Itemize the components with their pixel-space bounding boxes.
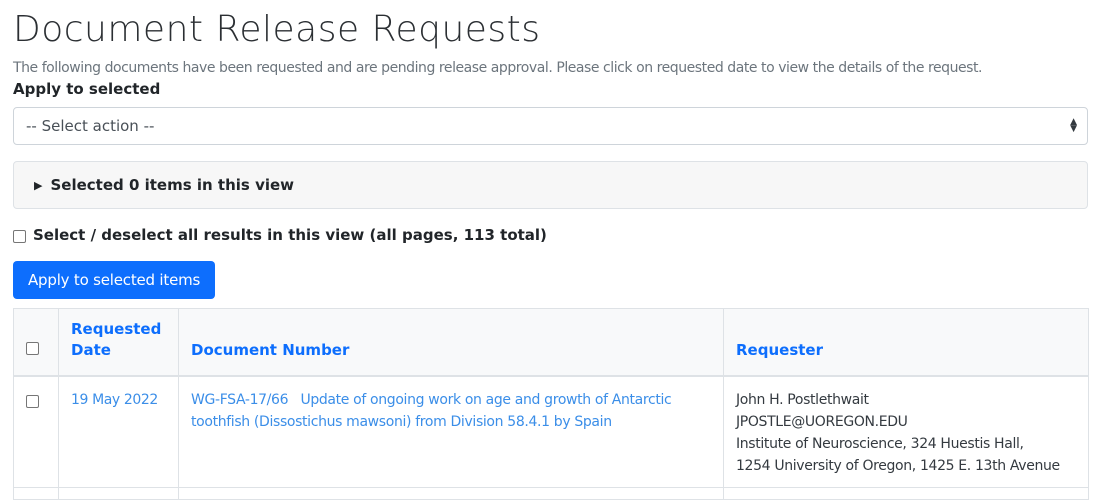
requester-address-line1: Institute of Neuroscience, 324 Huestis H… (736, 435, 1024, 452)
row-select-checkbox[interactable] (26, 394, 39, 408)
header-checkbox-cell (13, 308, 59, 377)
table-row: 19 May 2022 WG-FSA-17/66 Update of ongoi… (13, 375, 1089, 488)
selected-items-details[interactable]: ▶ Selected 0 items in this view (13, 161, 1088, 209)
requester-address-line2: 1254 University of Oregon, 1425 E. 13th … (736, 457, 1060, 474)
page-title: Document Release Requests (13, 9, 541, 50)
requests-table: Requested Date Document Number Requester… (13, 308, 1089, 500)
header-requested-date-label: Requested Date (71, 319, 162, 359)
header-select-checkbox[interactable] (26, 341, 39, 355)
row-checkbox-cell (13, 375, 59, 488)
selected-items-summary: Selected 0 items in this view (50, 176, 295, 194)
select-arrows-icon: ▲ ▼ (1070, 117, 1077, 134)
select-all-checkbox[interactable] (13, 229, 26, 243)
apply-selected-button[interactable]: Apply to selected items (13, 261, 216, 299)
table-row (13, 486, 1089, 500)
select-all-row: Select / deselect all results in this vi… (13, 226, 1088, 244)
row-requested-date[interactable]: 19 May 2022 (58, 375, 179, 488)
header-document-number-label: Document Number (191, 340, 350, 359)
header-document-number[interactable]: Document Number (178, 308, 724, 377)
requester-email: JPOSTLE@UOREGON.EDU (736, 413, 908, 430)
header-requester-label: Requester (736, 340, 823, 359)
expand-triangle-icon: ▶ (34, 178, 43, 192)
select-all-label: Select / deselect all results in this vi… (33, 226, 547, 244)
page-container: Document Release Requests The following … (0, 0, 1101, 500)
apply-to-selected-label: Apply to selected (13, 80, 161, 98)
header-requester[interactable]: Requester (723, 308, 1089, 377)
header-requested-date[interactable]: Requested Date (58, 308, 179, 377)
row-requester: John H. Postlethwait JPOSTLE@UOREGON.EDU… (723, 375, 1089, 488)
requester-name: John H. Postlethwait (736, 391, 869, 408)
row-requester (723, 486, 1089, 500)
page-intro: The following documents have been reques… (13, 60, 983, 76)
action-select[interactable]: -- Select action -- ▲ ▼ (13, 107, 1088, 145)
table-header-row: Requested Date Document Number Requester (13, 308, 1089, 377)
row-checkbox-cell (13, 486, 59, 500)
row-requested-date (58, 486, 179, 500)
row-document-number[interactable]: WG-FSA-17/66 Update of ongoing work on a… (178, 375, 724, 488)
row-document-number (178, 486, 724, 500)
action-select-value: -- Select action -- (26, 117, 155, 135)
